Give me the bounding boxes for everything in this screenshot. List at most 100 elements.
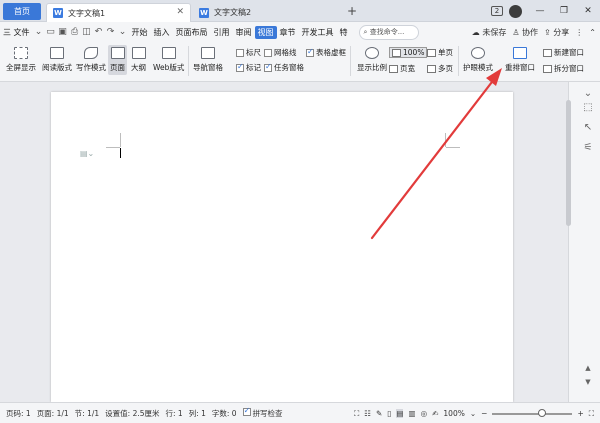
reading-mode-icon[interactable]: ▯ [387,409,391,418]
fullscreen-button[interactable]: 全屏显示 [6,47,36,73]
outline-view-button[interactable]: 大纲 [131,47,146,73]
collapse-pane-icon[interactable]: ⌄ [582,88,594,99]
previous-page-icon[interactable]: ▲ [582,364,594,372]
pen-mode-icon[interactable]: ✍ [432,409,438,418]
tab-home[interactable]: 首页 [3,3,41,20]
single-page-button[interactable]: 单页 [427,47,453,58]
menu-view[interactable]: 视图 [254,25,277,39]
fit-window-icon[interactable]: ⛶ [589,409,594,419]
more-icon[interactable]: ⋮ [575,28,583,37]
menu-chapter[interactable]: 章节 [277,27,299,38]
close-icon[interactable]: ✕ [176,7,184,17]
undo-icon[interactable]: ↶ [93,27,105,37]
ribbon-divider [350,46,351,76]
outline-mode-icon[interactable]: ☷ [364,409,371,418]
status-section[interactable]: 节: 1/1 [75,408,99,419]
avatar[interactable] [509,4,522,18]
pen-icon [84,47,98,59]
share-button[interactable]: ⇪ 分享 [544,27,569,38]
web-mode-icon[interactable]: ◎ [421,409,428,418]
tab-document-2[interactable]: W 文字文稿2 [193,3,361,22]
close-window-icon[interactable]: ✕ [576,0,600,22]
window-controls: 2 — ❐ ✕ [491,0,600,22]
reading-layout-label: 阅读版式 [42,63,72,72]
print-preview-icon[interactable]: ◫ [81,27,93,37]
gridlines-checkbox[interactable]: 网格线 [264,47,297,58]
page-width-button[interactable]: 页宽 [389,63,415,74]
select-cursor-icon[interactable]: ↖ [582,122,594,133]
vertical-scrollbar[interactable] [566,100,571,226]
writing-mode-button[interactable]: 写作模式 [76,47,106,73]
outline-icon [131,47,146,59]
task-pane-label: 任务窗格 [274,63,304,72]
edit-mode-icon[interactable]: ✎ [376,409,382,418]
customize-icon[interactable]: ⌄ [117,27,129,37]
tab-document-2-label: 文字文稿2 [214,8,252,17]
style-pane-icon[interactable]: ⬚ [582,102,594,113]
new-window-label: 新建窗口 [554,48,584,57]
page-mode-icon[interactable]: ▤ [396,409,404,418]
menu-special[interactable]: 特 [337,27,351,38]
reading-layout-button[interactable]: 阅读版式 [42,47,72,73]
table-gridlines-checkbox[interactable]: 表格虚框 [306,47,346,58]
collapse-ribbon-icon[interactable]: ⌃ [589,28,596,37]
zoom-slider[interactable] [492,408,573,417]
new-window-button[interactable]: 新建窗口 [543,47,584,58]
text-cursor [120,148,121,158]
open-folder-icon[interactable]: ▭ [45,27,57,37]
window-count-badge[interactable]: 2 [491,6,503,16]
display-ratio-button[interactable]: 显示比例 [357,47,387,73]
menu-start[interactable]: 开始 [129,27,151,38]
focus-mode-icon[interactable]: ⛶ [354,409,359,419]
header-actions: ☁ 未保存 ♙ 协作 ⇪ 分享 ⋮ ⌃ [472,22,596,42]
status-page-number[interactable]: 页码: 1 [6,408,31,419]
table-gridlines-label: 表格虚框 [316,48,346,57]
zoom-in-icon[interactable]: + [577,409,583,418]
chevron-down-icon[interactable]: ⌄ [33,27,45,37]
task-pane-checkbox[interactable]: 任务窗格 [264,62,304,73]
page-view-button[interactable]: 页面 [108,45,127,75]
spell-check-toggle[interactable]: 拼写检查 [242,406,283,419]
settings-sliders-icon[interactable]: ⚟ [582,142,594,153]
unsaved-status[interactable]: ☁ 未保存 [472,27,507,38]
command-search-input[interactable]: ⌕ 查找命令... [358,24,419,40]
zoom-out-icon[interactable]: − [481,409,487,418]
menu-page-layout[interactable]: 页面布局 [173,27,211,38]
paragraph-layout-icon[interactable]: ▤⌄ [80,149,94,158]
zoom-slider-knob[interactable] [538,408,547,417]
rearrange-windows-button[interactable]: 重排窗口 [505,47,535,73]
fullscreen-icon [14,47,28,59]
ruler-checkbox[interactable]: 标尺 [236,47,261,58]
menu-developer[interactable]: 开发工具 [299,27,337,38]
status-column: 列: 1 [188,408,206,418]
status-pages[interactable]: 页面: 1/1 [37,408,69,419]
split-window-button[interactable]: 拆分窗口 [543,63,584,74]
eye-protection-button[interactable]: 护眼模式 [463,47,493,73]
print-icon[interactable]: ⎙ [69,27,81,37]
page-icon [110,47,125,59]
tab-document-1[interactable]: W 文字文稿1 ✕ [46,3,191,22]
multi-page-button[interactable]: 多页 [427,63,453,74]
multi-mode-icon[interactable]: ▥ [408,409,415,418]
web-layout-button[interactable]: Web版式 [153,47,184,73]
eye-protection-label: 护眼模式 [463,63,493,72]
menu-insert[interactable]: 插入 [151,27,173,38]
zoom-100-button[interactable]: 100% [389,47,428,58]
new-tab-button[interactable]: + [347,4,357,18]
status-word-count[interactable]: 字数: 0 [212,408,237,419]
minimize-icon[interactable]: — [528,0,552,22]
maximize-icon[interactable]: ❐ [552,0,576,22]
marks-checkbox[interactable]: 标记 [236,62,261,73]
zoom-dropdown-icon[interactable]: ⌄ [470,409,476,418]
save-icon[interactable]: ▣ [57,27,69,37]
menu-review[interactable]: 审阅 [233,27,255,38]
next-page-icon[interactable]: ▼ [582,378,594,386]
file-menu[interactable]: 三 文件 [0,27,33,38]
status-setting[interactable]: 设置值: 2.5厘米 [105,408,159,419]
navigation-pane-button[interactable]: 导航窗格 [193,47,223,73]
zoom-level-label[interactable]: 100% [443,409,464,418]
menu-references[interactable]: 引用 [211,27,233,38]
redo-icon[interactable]: ↷ [105,27,117,37]
collaborate-icon: ♙ [512,27,520,37]
collaborate-button[interactable]: ♙ 协作 [512,27,538,38]
